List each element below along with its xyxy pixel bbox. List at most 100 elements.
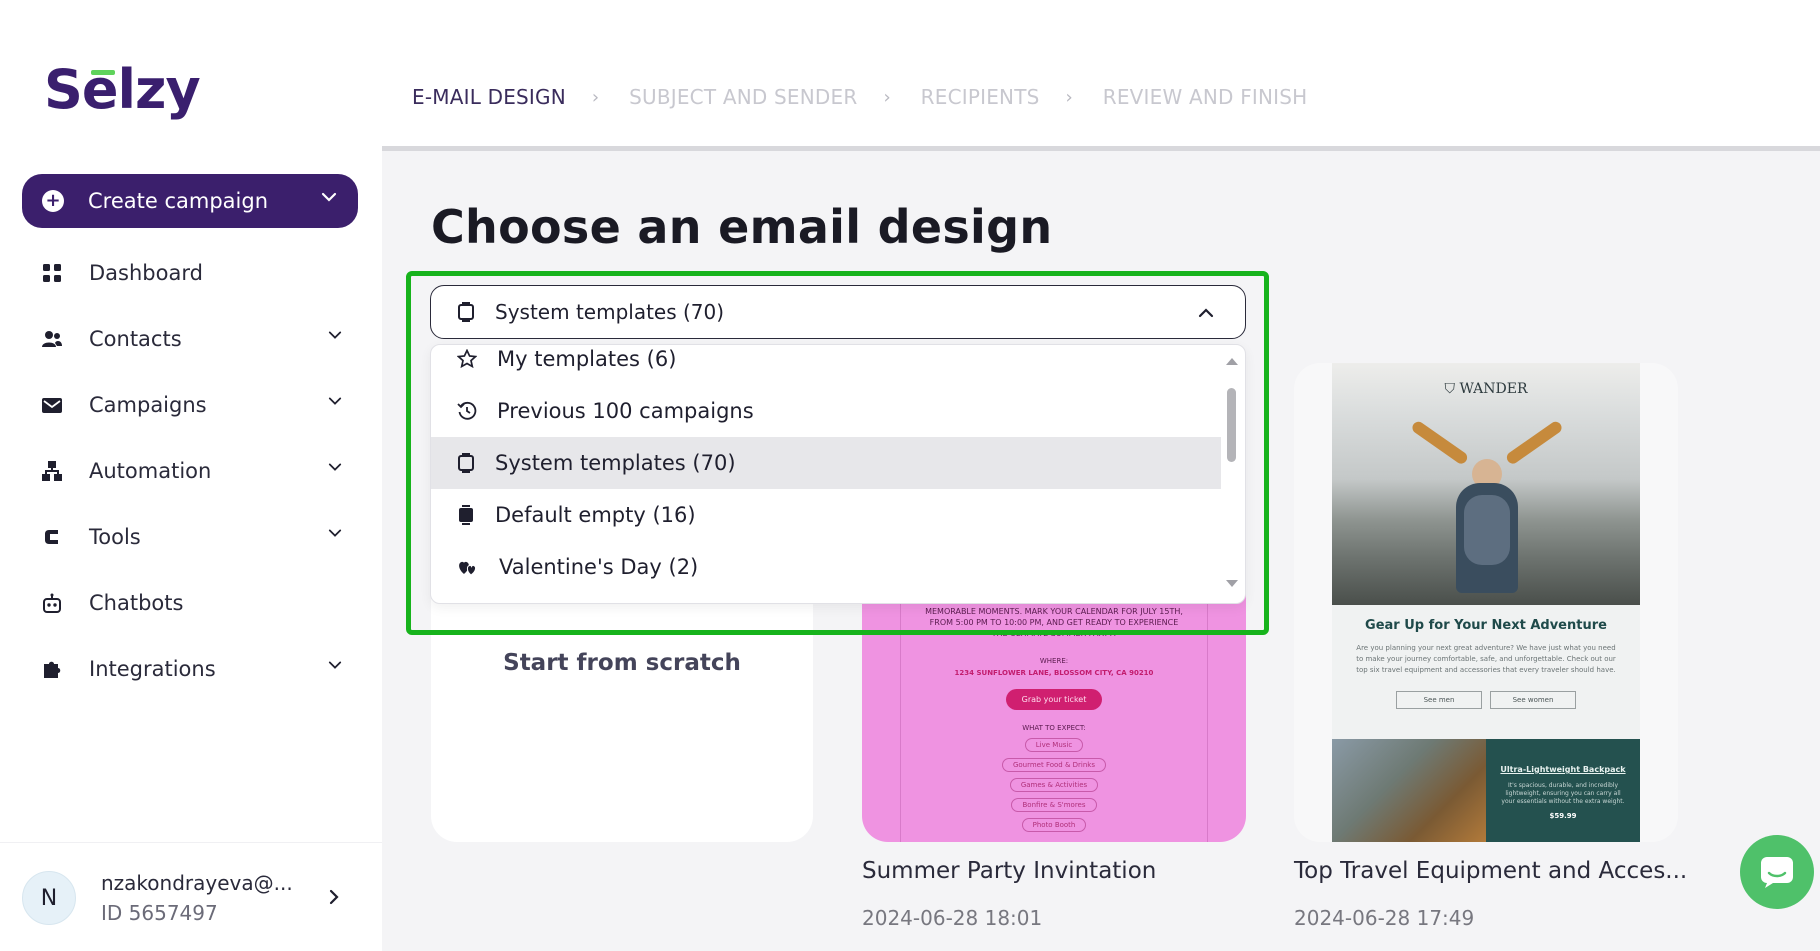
tools-icon [45, 530, 58, 544]
sidebar-item-chatbots[interactable]: Chatbots [0, 570, 382, 636]
option-my-templates[interactable]: My templates (6) [431, 345, 1221, 385]
create-campaign-label: Create campaign [88, 189, 268, 213]
sidebar-item-contacts[interactable]: Contacts [0, 306, 382, 372]
backpack-photo [1332, 739, 1486, 842]
envelope-icon [42, 398, 62, 413]
logo-accent-bar [91, 70, 115, 75]
travel-preview: ⛉ WANDER Gear Up for Your Next Adventure… [1332, 363, 1640, 842]
sidebar-item-dashboard[interactable]: Dashboard [0, 240, 382, 306]
hierarchy-icon [42, 461, 62, 481]
sidebar-nav: Dashboard Contacts Campaigns Automation … [0, 240, 382, 702]
step-subject-sender[interactable]: SUBJECT AND SENDER [629, 85, 857, 109]
sidebar-item-tools[interactable]: Tools [0, 504, 382, 570]
history-icon [457, 401, 477, 420]
chevron-right-icon[interactable] [326, 889, 342, 905]
wander-logo: ⛉ WANDER [1444, 381, 1528, 397]
sidebar-item-label: Campaigns [89, 393, 207, 417]
step-email-design[interactable]: E-MAIL DESIGN [412, 85, 566, 109]
template-icon [458, 302, 474, 322]
progress-line [382, 146, 1820, 151]
start-from-scratch-label: Start from scratch [503, 650, 741, 676]
hiker-photo: ⛉ WANDER [1332, 363, 1640, 605]
hiker-arm-left [1410, 419, 1470, 466]
chat-support-button[interactable] [1740, 835, 1814, 909]
hiker-arm-right [1504, 419, 1564, 466]
party-preview-where: WHERE: [1039, 657, 1069, 665]
option-label: Previous 100 campaigns [497, 399, 754, 423]
travel-paragraph: Are you planning your next great adventu… [1356, 644, 1616, 674]
user-id: ID 5657497 [101, 901, 218, 925]
sidebar-item-automation[interactable]: Automation [0, 438, 382, 504]
create-campaign-button[interactable]: + Create campaign [22, 174, 358, 228]
travel-btn-men: See men [1396, 691, 1482, 709]
chevron-down-icon [321, 192, 337, 202]
product-box: Ultra-Lightweight Backpack It's spacious… [1486, 739, 1640, 842]
template-category-menu: My templates (6) Previous 100 campaigns … [430, 344, 1246, 604]
party-preview-expect: WHAT TO EXPECT: [1022, 724, 1086, 732]
product-title: Ultra-Lightweight Backpack [1500, 765, 1626, 774]
user-account[interactable]: N nzakondrayeva@... ID 5657497 [0, 842, 382, 951]
sidebar-item-campaigns[interactable]: Campaigns [0, 372, 382, 438]
sidebar-item-label: Contacts [89, 327, 182, 351]
grid-icon [43, 264, 61, 282]
puzzle-icon [44, 661, 61, 678]
sidebar: Selzy + Create campaign Dashboard Contac… [0, 0, 382, 951]
product-price: $59.99 [1549, 812, 1577, 820]
avatar: N [22, 871, 76, 925]
template-title[interactable]: Summer Party Invintation [862, 858, 1156, 884]
sidebar-item-label: Chatbots [89, 591, 184, 615]
step-recipients[interactable]: RECIPIENTS [921, 85, 1040, 109]
sidebar-item-label: Automation [89, 459, 212, 483]
scroll-down-icon[interactable] [1226, 580, 1238, 587]
hearts-icon [459, 561, 477, 576]
option-previous-campaigns[interactable]: Previous 100 campaigns [431, 385, 1221, 437]
template-date: 2024-06-28 18:01 [862, 906, 1043, 930]
option-default-empty[interactable]: Default empty (16) [431, 489, 1221, 541]
product-desc: It's spacious, durable, and incredibly l… [1501, 782, 1625, 805]
scroll-up-icon[interactable] [1226, 358, 1238, 365]
page-title: Choose an email design [431, 200, 1053, 254]
party-preview-pill: Gourmet Food & Drinks [1001, 758, 1107, 772]
chevron-right-icon: › [1065, 86, 1073, 108]
chevron-right-icon: › [883, 86, 891, 108]
template-card-travel[interactable]: ⛉ WANDER Gear Up for Your Next Adventure… [1294, 363, 1678, 842]
chevron-up-icon[interactable] [1197, 304, 1215, 322]
option-label: Default empty (16) [495, 503, 696, 527]
option-label: Valentine's Day (2) [499, 555, 699, 579]
menu-scrollbar[interactable] [1222, 350, 1240, 596]
chevron-down-icon[interactable] [328, 526, 342, 540]
chevron-down-icon[interactable] [328, 460, 342, 474]
hiker-backpack [1464, 495, 1510, 565]
sidebar-item-integrations[interactable]: Integrations [0, 636, 382, 702]
chevron-right-icon: › [591, 86, 600, 108]
template-icon [458, 453, 474, 473]
party-preview-pill: Photo Booth [1021, 818, 1087, 832]
party-preview-pill: Live Music [1024, 738, 1084, 752]
plus-circle-icon: + [42, 190, 64, 212]
party-preview-button: Grab your ticket [1005, 689, 1103, 710]
chevron-down-icon[interactable] [328, 328, 342, 342]
travel-heading: Gear Up for Your Next Adventure [1365, 618, 1607, 633]
template-title[interactable]: Top Travel Equipment and Acces... [1294, 858, 1687, 884]
option-label: My templates (6) [497, 347, 677, 371]
scrollbar-thumb[interactable] [1227, 388, 1236, 462]
travel-btn-women: See women [1490, 691, 1576, 709]
sidebar-item-label: Integrations [89, 657, 216, 681]
template-date: 2024-06-28 17:49 [1294, 906, 1475, 930]
sidebar-item-label: Tools [89, 525, 141, 549]
template-filled-icon [459, 505, 473, 525]
breadcrumb-stepper: E-MAIL DESIGN › SUBJECT AND SENDER › REC… [412, 82, 1307, 112]
party-preview-pill: Bonfire & S'mores [1011, 798, 1097, 812]
step-review-finish[interactable]: REVIEW AND FINISH [1103, 85, 1308, 109]
chevron-down-icon[interactable] [328, 658, 342, 672]
chevron-down-icon[interactable] [328, 394, 342, 408]
select-value: System templates (70) [495, 300, 725, 324]
robot-icon [43, 593, 61, 613]
party-preview-address: 1234 SUNFLOWER LANE, BLOSSOM CITY, CA 90… [954, 669, 1154, 677]
party-preview-pill: Games & Activities [1009, 778, 1099, 792]
option-valentines-day[interactable]: Valentine's Day (2) [431, 541, 1221, 593]
selzy-logo[interactable]: Selzy [44, 58, 201, 121]
option-system-templates[interactable]: System templates (70) [431, 437, 1221, 489]
template-category-select[interactable]: System templates (70) [430, 285, 1246, 339]
option-label: System templates (70) [495, 451, 736, 475]
